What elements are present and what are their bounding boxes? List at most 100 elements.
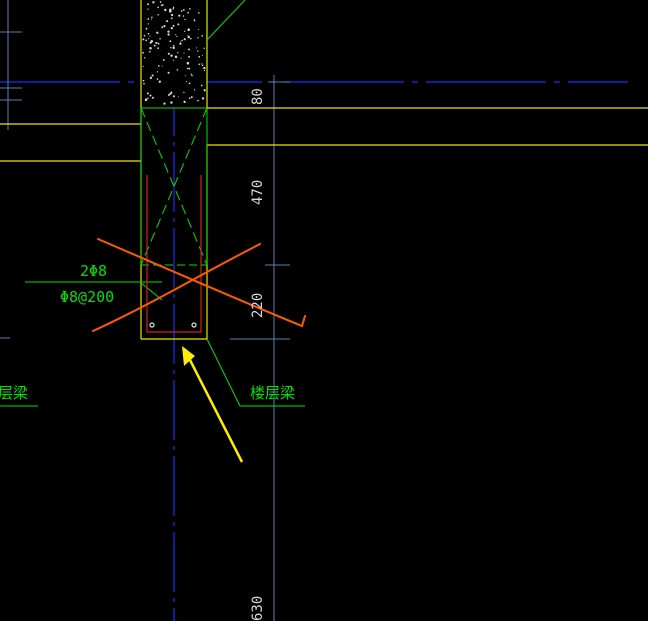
concrete-dot bbox=[159, 1, 162, 3]
concrete-dot bbox=[151, 96, 154, 99]
concrete-dot bbox=[147, 97, 149, 99]
concrete-dot bbox=[152, 1, 155, 4]
concrete-dot bbox=[203, 66, 206, 70]
background bbox=[0, 0, 648, 621]
concrete-dot bbox=[176, 68, 179, 71]
concrete-dot bbox=[198, 28, 200, 31]
concrete-dot bbox=[201, 63, 203, 65]
concrete-dot bbox=[157, 47, 160, 50]
concrete-dot bbox=[172, 47, 175, 50]
concrete-dot bbox=[163, 25, 166, 28]
concrete-dot bbox=[167, 33, 170, 36]
concrete-dot bbox=[177, 23, 180, 26]
concrete-dot bbox=[162, 4, 165, 6]
concrete-dot bbox=[157, 65, 160, 67]
concrete-dot bbox=[148, 50, 151, 53]
concrete-dot bbox=[186, 61, 190, 65]
concrete-dot bbox=[182, 15, 185, 17]
concrete-dot bbox=[188, 48, 190, 51]
concrete-dot bbox=[149, 35, 151, 37]
concrete-dot bbox=[184, 18, 186, 21]
concrete-dot bbox=[151, 18, 152, 20]
concrete-dot bbox=[187, 35, 191, 39]
concrete-dot bbox=[142, 51, 144, 54]
concrete-dot bbox=[144, 98, 148, 101]
concrete-dot bbox=[188, 82, 191, 85]
concrete-dot bbox=[172, 95, 175, 98]
concrete-dot bbox=[146, 92, 149, 95]
concrete-dot bbox=[193, 89, 196, 91]
concrete-dot bbox=[164, 8, 167, 12]
concrete-dot bbox=[169, 92, 172, 95]
concrete-dot bbox=[189, 8, 191, 10]
concrete-dot bbox=[159, 37, 161, 40]
concrete-dot bbox=[147, 18, 150, 20]
concrete-dot bbox=[188, 55, 191, 58]
concrete-dot bbox=[169, 40, 172, 43]
concrete-dot bbox=[187, 28, 190, 31]
concrete-dot bbox=[183, 100, 186, 104]
concrete-dot bbox=[149, 94, 152, 97]
concrete-dot bbox=[170, 54, 173, 57]
concrete-dot bbox=[143, 82, 145, 85]
concrete-dot bbox=[177, 52, 179, 54]
concrete-dot bbox=[198, 63, 201, 66]
concrete-dot bbox=[149, 46, 152, 50]
concrete-dot bbox=[163, 102, 166, 105]
concrete-dot bbox=[147, 3, 150, 6]
concrete-dot bbox=[201, 54, 204, 57]
concrete-dot bbox=[167, 71, 170, 74]
concrete-dot bbox=[151, 16, 153, 19]
concrete-dot bbox=[203, 69, 206, 72]
concrete-dot bbox=[156, 31, 159, 34]
concrete-dot bbox=[160, 4, 163, 7]
concrete-dot bbox=[156, 42, 158, 44]
concrete-dot bbox=[172, 59, 174, 61]
concrete-dot bbox=[142, 79, 145, 82]
concrete-dot bbox=[180, 57, 182, 59]
concrete-dot bbox=[193, 19, 196, 22]
column-fill-area bbox=[141, 0, 207, 108]
concrete-dot bbox=[203, 47, 205, 49]
concrete-dot bbox=[173, 44, 175, 47]
concrete-dot bbox=[147, 8, 149, 10]
concrete-dot bbox=[169, 8, 172, 12]
concrete-dot bbox=[182, 9, 185, 11]
concrete-dot bbox=[191, 74, 193, 77]
concrete-dot bbox=[161, 65, 163, 67]
beam-label-left: 层梁 bbox=[0, 384, 28, 402]
concrete-dot bbox=[153, 44, 156, 47]
concrete-dot bbox=[175, 34, 177, 36]
concrete-dot bbox=[203, 89, 206, 92]
concrete-dot bbox=[185, 81, 188, 83]
concrete-dot bbox=[183, 52, 185, 54]
concrete-dot bbox=[143, 34, 146, 37]
concrete-dot bbox=[188, 67, 191, 70]
column-fill bbox=[141, 0, 207, 108]
concrete-dot bbox=[176, 35, 178, 38]
concrete-dot bbox=[201, 64, 204, 67]
dim-80: 80 bbox=[250, 88, 266, 105]
concrete-dot bbox=[147, 38, 150, 40]
concrete-dot bbox=[170, 46, 172, 49]
concrete-dot bbox=[142, 38, 145, 41]
concrete-dot bbox=[197, 37, 199, 39]
concrete-dot bbox=[170, 91, 173, 93]
concrete-dot bbox=[197, 12, 200, 14]
concrete-dot bbox=[172, 7, 175, 10]
concrete-dot bbox=[167, 94, 170, 96]
concrete-dot bbox=[150, 40, 154, 43]
concrete-dot bbox=[196, 47, 198, 49]
concrete-dot bbox=[147, 32, 150, 35]
concrete-dot bbox=[174, 55, 178, 59]
concrete-dot bbox=[144, 57, 146, 59]
concrete-dot bbox=[180, 41, 182, 43]
dim-630: 630 bbox=[250, 596, 266, 621]
concrete-dot bbox=[184, 75, 186, 77]
concrete-dot bbox=[197, 50, 199, 52]
concrete-dot bbox=[151, 74, 154, 77]
concrete-dot bbox=[170, 26, 173, 30]
cad-drawing-canvas: 80 470 220 630 2Φ8 Φ8@200 层梁 楼层梁 bbox=[0, 0, 648, 621]
concrete-dot bbox=[166, 20, 169, 23]
concrete-dot bbox=[179, 42, 182, 45]
